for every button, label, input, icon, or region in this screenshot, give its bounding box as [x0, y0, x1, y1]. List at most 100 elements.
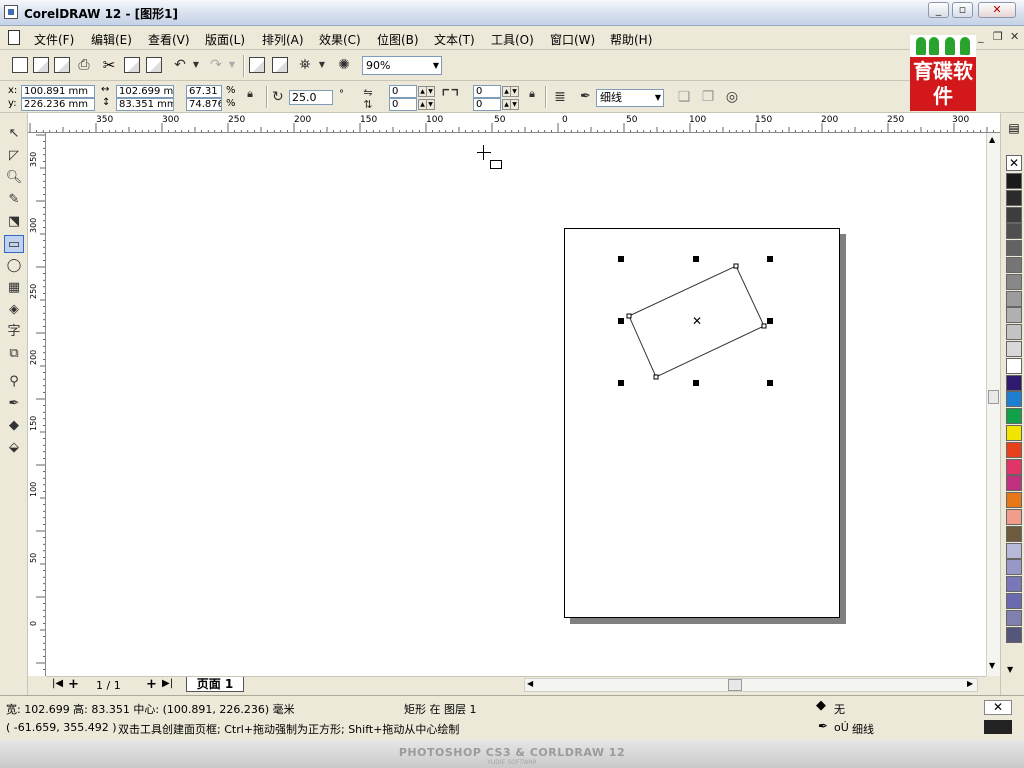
corner-bottom-left-input[interactable]: 0	[389, 98, 417, 111]
rectangle-tool-icon[interactable]: ▭	[4, 235, 24, 253]
color-swatch[interactable]	[1006, 475, 1022, 492]
menu-text[interactable]: 文本(T)	[434, 31, 475, 48]
import-icon[interactable]	[249, 57, 265, 73]
mirror-vertical-icon[interactable]: ⇅	[360, 97, 376, 113]
mdi-minimize-button[interactable]: _	[978, 30, 984, 43]
color-swatch[interactable]	[1006, 425, 1022, 441]
horizontal-scrollbar[interactable]: ◀ ▶	[524, 678, 978, 692]
height-input[interactable]: 83.351 mm	[116, 98, 174, 111]
color-swatch[interactable]	[1006, 509, 1022, 525]
lock-ratio-icon[interactable]: 🔒︎	[242, 86, 258, 102]
color-swatch[interactable]	[1006, 408, 1022, 425]
pick-tool-icon[interactable]: ↖	[4, 125, 24, 143]
color-swatch[interactable]	[1006, 273, 1022, 290]
vertical-scrollbar[interactable]: ▲ ▼	[986, 133, 1000, 676]
application-launcher-icon[interactable]: ⛯	[297, 57, 313, 73]
menu-help[interactable]: 帮助(H)	[610, 31, 652, 48]
color-swatch[interactable]	[1006, 525, 1022, 542]
x-position-input[interactable]: 100.891 mm	[21, 85, 95, 98]
basic-shapes-tool-icon[interactable]: ◈	[4, 301, 24, 319]
spin-down-icon[interactable]: ▼	[426, 99, 435, 110]
menu-arrange[interactable]: 排列(A)	[262, 31, 304, 48]
color-swatch[interactable]	[1006, 357, 1022, 374]
color-swatch[interactable]	[1006, 626, 1022, 643]
vertical-ruler[interactable]: 350 300 250 200 150 100 50 0	[28, 133, 46, 676]
selection-handle[interactable]	[618, 318, 624, 324]
launcher-dropdown-icon[interactable]: ▼	[314, 57, 330, 73]
zoom-tool-icon[interactable]: 🔍︎	[4, 169, 24, 187]
spin-down-icon[interactable]: ▼	[426, 86, 435, 97]
freehand-tool-icon[interactable]: ✎	[4, 191, 24, 209]
add-page-before-icon[interactable]: +	[68, 677, 79, 692]
color-swatch[interactable]	[1006, 257, 1022, 273]
outline-tool-icon[interactable]: ✒	[4, 395, 24, 413]
spin-down-icon[interactable]: ▼	[510, 99, 519, 110]
color-swatch[interactable]	[1006, 374, 1022, 391]
interactive-blend-tool-icon[interactable]: ⧉	[4, 345, 24, 363]
color-swatch[interactable]	[1006, 206, 1022, 223]
selection-handle[interactable]	[618, 256, 624, 262]
fill-swatch[interactable]: ✕	[984, 700, 1012, 715]
redo-icon[interactable]: ↷	[208, 57, 224, 73]
scale-x-input[interactable]: 67.31	[186, 85, 222, 98]
cut-icon[interactable]: ✂	[101, 57, 117, 73]
no-color-swatch[interactable]: ✕	[1006, 155, 1022, 171]
open-icon[interactable]	[33, 57, 49, 73]
selected-rectangle[interactable]	[46, 133, 986, 676]
last-page-icon[interactable]: ▶|	[162, 678, 173, 689]
selection-handle[interactable]	[618, 380, 624, 386]
color-swatch[interactable]	[1006, 492, 1022, 509]
palette-options-icon[interactable]: ▤	[1006, 121, 1022, 135]
corner-bottom-right-input[interactable]: 0	[473, 98, 501, 111]
color-swatch[interactable]	[1006, 189, 1022, 206]
horizontal-scroll-thumb[interactable]	[728, 679, 742, 691]
color-swatch[interactable]	[1006, 609, 1022, 626]
color-swatch[interactable]	[1006, 593, 1022, 609]
corner-top-left-input[interactable]: 0	[389, 85, 417, 98]
selection-handle[interactable]	[767, 256, 773, 262]
print-icon[interactable]: ⎙	[76, 57, 92, 73]
center-marker-icon[interactable]: ✕	[692, 315, 702, 327]
ellipse-tool-icon[interactable]: ◯	[4, 257, 24, 275]
minimize-button[interactable]: _	[928, 2, 949, 18]
paste-icon[interactable]	[146, 57, 162, 73]
first-page-icon[interactable]: |◀	[52, 678, 63, 689]
document-icon[interactable]	[8, 30, 20, 45]
menu-tools[interactable]: 工具(O)	[491, 31, 534, 48]
new-document-icon[interactable]	[12, 57, 28, 73]
selection-handle[interactable]	[693, 256, 699, 262]
app-icon[interactable]	[4, 5, 18, 19]
scale-y-input[interactable]: 74.876	[186, 98, 222, 111]
color-swatch[interactable]	[1006, 576, 1022, 593]
corel-online-icon[interactable]: ✺	[336, 57, 352, 73]
scroll-left-icon[interactable]: ◀	[527, 679, 533, 688]
color-swatch[interactable]	[1006, 391, 1022, 408]
horizontal-ruler[interactable]: 350 300 250 200 150 100 50 0 50 100 150 …	[28, 113, 1000, 133]
close-button[interactable]: ✕	[978, 2, 1016, 18]
wrap-text-icon[interactable]: ≣	[552, 89, 568, 105]
save-icon[interactable]	[54, 57, 70, 73]
export-icon[interactable]	[272, 57, 288, 73]
color-swatch[interactable]	[1006, 341, 1022, 357]
undo-icon[interactable]: ↶	[172, 57, 188, 73]
undo-dropdown-icon[interactable]: ▼	[188, 57, 204, 73]
text-tool-icon[interactable]: 字	[4, 323, 24, 341]
selection-handle[interactable]	[767, 318, 773, 324]
corner-top-right-input[interactable]: 0	[473, 85, 501, 98]
menu-view[interactable]: 查看(V)	[148, 31, 190, 48]
menu-edit[interactable]: 编辑(E)	[91, 31, 132, 48]
redo-dropdown-icon[interactable]: ▼	[224, 57, 240, 73]
outline-swatch[interactable]	[984, 720, 1012, 734]
color-swatch[interactable]	[1006, 441, 1022, 458]
y-position-input[interactable]: 226.236 mm	[21, 98, 95, 111]
color-swatch[interactable]	[1006, 290, 1022, 307]
menu-effects[interactable]: 效果(C)	[319, 31, 361, 48]
color-swatch[interactable]	[1006, 542, 1022, 559]
shape-tool-icon[interactable]: ◸	[4, 147, 24, 165]
menu-file[interactable]: 文件(F)	[34, 31, 74, 48]
round-corners-together-icon[interactable]: 🔒︎	[524, 86, 540, 102]
vertical-scroll-thumb[interactable]	[988, 390, 999, 404]
outline-width-select[interactable]: 细线 ▼	[596, 89, 664, 107]
page-tab[interactable]: 页面 1	[186, 677, 244, 692]
polygon-tool-icon[interactable]: ▦	[4, 279, 24, 297]
